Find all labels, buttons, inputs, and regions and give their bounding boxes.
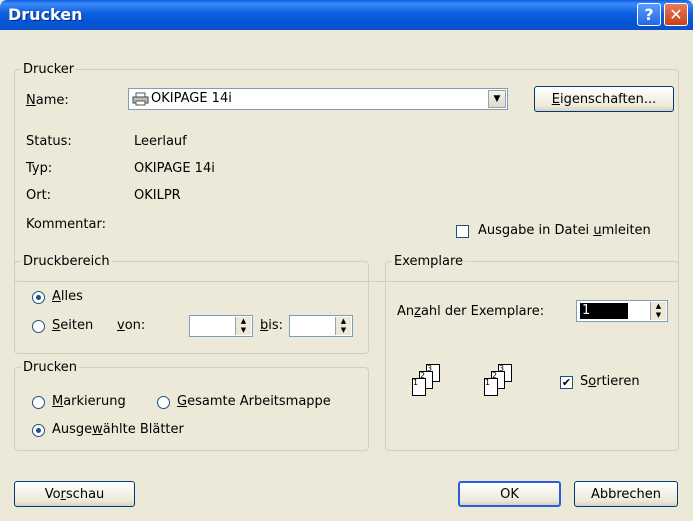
- range-all-radio[interactable]: [32, 291, 45, 304]
- collate-label[interactable]: Sortieren: [580, 374, 640, 389]
- close-icon: ✕: [669, 5, 683, 24]
- preview-button[interactable]: Vorschau: [14, 481, 135, 507]
- preview-button-label: Vorschau: [44, 486, 105, 502]
- title-bar[interactable]: Drucken ? ✕: [0, 0, 693, 30]
- copies-legend: Exemplare: [394, 254, 464, 269]
- printer-name-select[interactable]: OKIPAGE 14i ▼: [128, 88, 508, 110]
- from-page-spinner[interactable]: ▲ ▼: [189, 315, 253, 337]
- location-label: Ort:: [26, 188, 52, 203]
- cancel-button-label: Abbrechen: [590, 486, 662, 502]
- spin-arrows-icon[interactable]: ▲ ▼: [235, 317, 251, 335]
- print-sheets-label[interactable]: Ausgewählte Blätter: [52, 422, 184, 437]
- printer-group-legend: Drucker: [23, 62, 75, 77]
- help-button[interactable]: ?: [637, 3, 661, 26]
- copies-group: Exemplare: [385, 254, 679, 451]
- status-value: Leerlauf: [134, 134, 187, 149]
- spin-arrows-icon[interactable]: ▲ ▼: [650, 302, 666, 320]
- from-label: von:: [117, 318, 146, 333]
- close-button[interactable]: ✕: [664, 3, 688, 26]
- dialog-body: Drucker Name: OKIPAGE 14i ▼ Eigenschafte…: [4, 30, 689, 517]
- cancel-button[interactable]: Abbrechen: [574, 481, 678, 507]
- to-label: bis:: [260, 318, 284, 333]
- range-pages-radio[interactable]: [32, 320, 45, 333]
- to-page-spinner[interactable]: ▲ ▼: [289, 315, 353, 337]
- print-dialog: Drucken ? ✕ Drucker Name: OKIPAGE 14i ▼ …: [0, 0, 693, 521]
- print-workbook-radio[interactable]: [157, 396, 170, 409]
- print-what-legend: Drucken: [23, 360, 78, 375]
- status-label: Status:: [26, 134, 72, 149]
- type-label: Typ:: [26, 161, 53, 176]
- window-title: Drucken: [8, 5, 83, 24]
- comment-label: Kommentar:: [26, 217, 106, 232]
- ok-button-label: OK: [500, 486, 519, 502]
- printer-icon: [132, 92, 149, 106]
- print-to-file-label[interactable]: Ausgabe in Datei umleiten: [478, 223, 651, 238]
- range-pages-label[interactable]: Seiten: [52, 318, 93, 333]
- location-value: OKILPR: [134, 188, 181, 203]
- ok-button[interactable]: OK: [458, 481, 561, 507]
- print-range-legend: Druckbereich: [23, 254, 110, 269]
- print-selection-label[interactable]: Markierung: [52, 394, 126, 409]
- copies-count-label: Anzahl der Exemplare:: [397, 304, 545, 319]
- type-value: OKIPAGE 14i: [134, 161, 215, 176]
- properties-button[interactable]: Eigenschaften...: [534, 86, 674, 112]
- dropdown-arrow-icon[interactable]: ▼: [488, 90, 506, 108]
- printer-name-label: Name:: [26, 93, 69, 108]
- range-all-label[interactable]: Alles: [52, 289, 83, 304]
- print-range-group: Druckbereich: [14, 254, 369, 354]
- spin-arrows-icon[interactable]: ▲ ▼: [335, 317, 351, 335]
- print-workbook-label[interactable]: Gesamte Arbeitsmappe: [177, 394, 331, 409]
- copies-count-value[interactable]: 1: [580, 303, 628, 319]
- print-selection-radio[interactable]: [32, 396, 45, 409]
- properties-button-label: Eigenschaften...: [551, 91, 657, 107]
- checkmark-icon: ✔: [561, 376, 572, 389]
- help-icon: ?: [644, 5, 654, 24]
- printer-name-value: OKIPAGE 14i: [151, 91, 232, 106]
- print-to-file-checkbox[interactable]: [456, 225, 469, 238]
- collate-checkbox[interactable]: ✔: [560, 376, 573, 389]
- print-sheets-radio[interactable]: [32, 424, 45, 437]
- copies-count-spinner[interactable]: 1 ▲ ▼: [576, 300, 668, 322]
